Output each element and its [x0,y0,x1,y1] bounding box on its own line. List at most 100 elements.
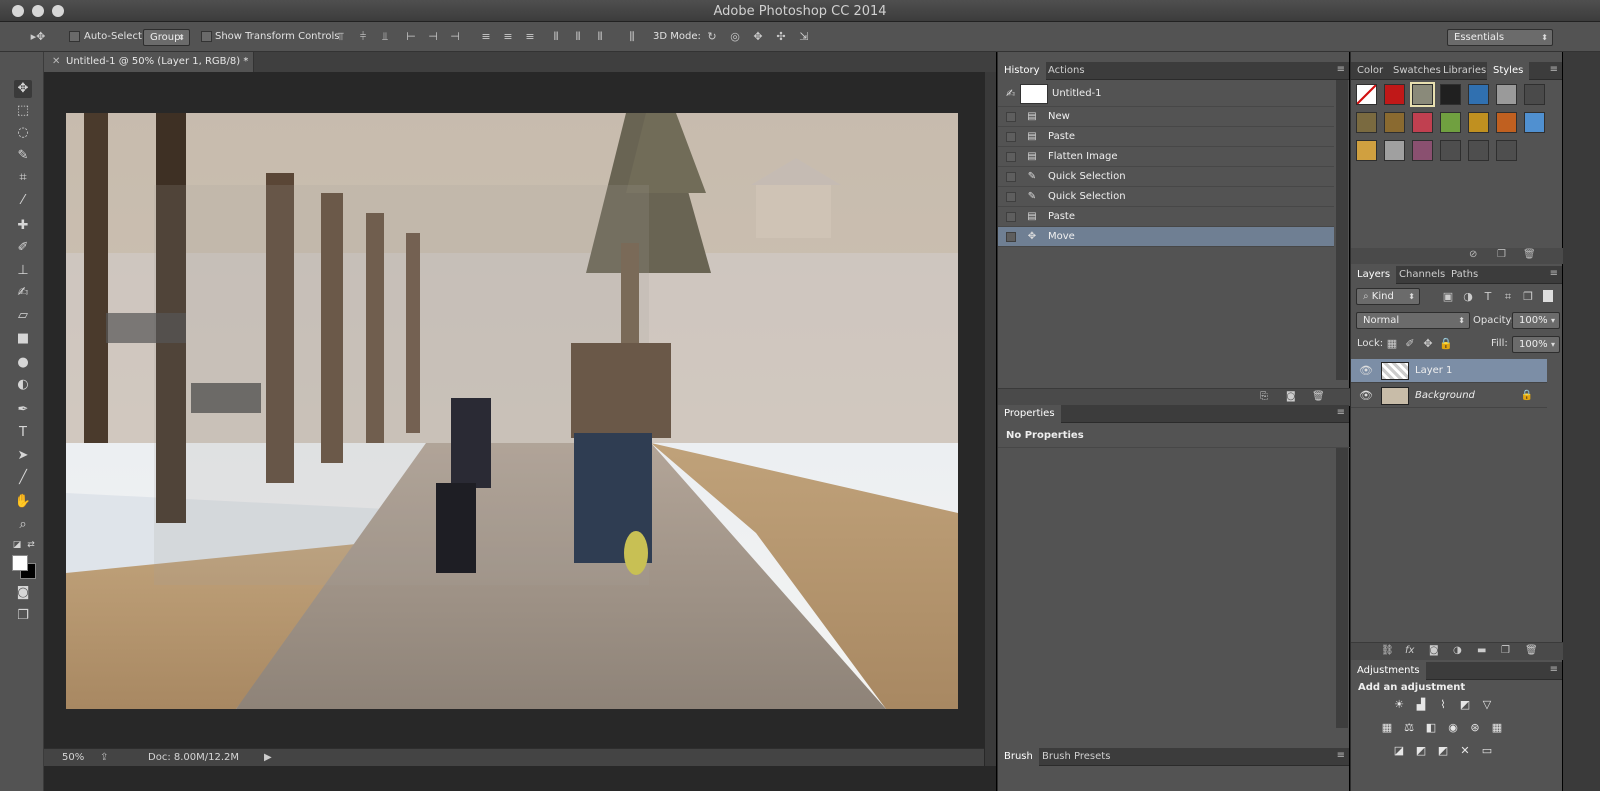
fill-input[interactable]: 100% ▾ [1512,336,1560,353]
history-scrollbar[interactable] [1336,80,1348,380]
healing-brush-tool-icon[interactable]: ✚ [14,217,32,235]
exposure-icon[interactable]: ◩ [1457,698,1473,712]
lock-all-icon[interactable]: 🔒 [1439,337,1453,351]
tab-brush[interactable]: Brush [998,748,1039,766]
show-transform-checkbox[interactable] [201,31,212,42]
style-swatch[interactable] [1468,84,1489,105]
tab-actions[interactable]: Actions [1042,62,1091,80]
align-left-icon[interactable]: ⊢ [404,30,418,44]
pen-tool-icon[interactable]: ✒ [14,401,32,419]
brightness-contrast-icon[interactable]: ☀ [1391,698,1407,712]
marquee-tool-icon[interactable]: ⬚ [14,102,32,120]
layer-filter-dropdown[interactable]: ⌕ Kind ⬍ [1356,288,1420,305]
history-item-checkbox[interactable] [1006,152,1016,162]
tab-brush-presets[interactable]: Brush Presets [1036,748,1116,766]
history-item-checkbox[interactable] [1006,132,1016,142]
tab-history[interactable]: History [998,62,1046,80]
tab-layers[interactable]: Layers [1351,266,1397,284]
history-item[interactable]: ▤ Paste [998,207,1334,227]
gradient-tool-icon[interactable]: ■ [14,330,32,348]
tab-properties[interactable]: Properties [998,405,1061,423]
workspace-dropdown[interactable]: Essentials ⬍ [1447,29,1553,46]
blend-mode-dropdown[interactable]: Normal ⬍ [1356,312,1470,329]
threshold-icon[interactable]: ◩ [1435,744,1451,758]
tab-adjustments[interactable]: Adjustments [1351,662,1426,680]
move-tool-icon[interactable]: ✥ [14,80,32,98]
trash-icon[interactable]: 🗑 [1525,645,1538,656]
tab-channels[interactable]: Channels [1393,266,1451,284]
style-swatch[interactable] [1496,140,1517,161]
tab-paths[interactable]: Paths [1445,266,1484,284]
trash-icon[interactable]: 🗑 [1312,391,1325,402]
history-panel-menu-icon[interactable]: ≡ [1337,64,1345,75]
properties-panel-menu-icon[interactable]: ≡ [1337,407,1345,418]
adjustments-panel-menu-icon[interactable]: ≡ [1550,664,1558,675]
history-brush-source-icon[interactable]: ✍ [1006,87,1015,100]
link-layers-icon[interactable]: ⛓ [1381,645,1394,656]
camera-snapshot-icon[interactable]: ◙ [1286,391,1296,402]
gradient-map-icon[interactable]: ▭ [1479,744,1495,758]
selective-color-icon[interactable]: ✕ [1457,744,1473,758]
3d-scale-icon[interactable]: ⇲ [797,30,811,44]
history-item[interactable]: ▤ Flatten Image [998,147,1334,167]
style-swatch[interactable] [1524,112,1545,133]
distribute-top-icon[interactable]: ≡ [479,30,493,44]
style-swatch[interactable] [1468,140,1489,161]
visibility-eye-icon[interactable]: 👁 [1359,359,1373,383]
zoom-tool-icon[interactable]: ⌕ [14,516,32,534]
layer-row-background[interactable]: 👁 Background 🔒 [1351,384,1547,408]
close-tab-icon[interactable]: ✕ [52,52,60,72]
history-item-checkbox[interactable] [1006,232,1016,242]
history-item[interactable]: ✎ Quick Selection [998,167,1334,187]
style-swatch[interactable] [1356,112,1377,133]
style-swatch[interactable] [1410,82,1435,107]
style-swatch[interactable] [1384,140,1405,161]
lock-image-icon[interactable]: ✐ [1403,337,1417,351]
lasso-tool-icon[interactable]: ◌ [14,124,32,142]
style-swatch[interactable] [1412,112,1433,133]
tab-color[interactable]: Color [1351,62,1389,80]
vertical-scrollbar[interactable] [985,72,996,766]
filter-shape-icon[interactable]: ⌗ [1501,290,1515,304]
quick-mask-icon[interactable]: ◙ [14,584,32,602]
auto-align-icon[interactable]: ⫼ [625,30,639,44]
brush-panel-menu-icon[interactable]: ≡ [1337,750,1345,761]
filter-type-icon[interactable]: T [1481,290,1495,304]
history-item-checkbox[interactable] [1006,212,1016,222]
screen-mode-icon[interactable]: ❐ [14,607,32,625]
style-swatch[interactable] [1496,112,1517,133]
eyedropper-tool-icon[interactable]: ⁄ [14,192,32,210]
photo-filter-icon[interactable]: ◉ [1445,721,1461,735]
history-brush-tool-icon[interactable]: ✍ [14,284,32,302]
filter-adjustment-icon[interactable]: ◑ [1461,290,1475,304]
style-swatch[interactable] [1440,140,1461,161]
filter-pixel-icon[interactable]: ▣ [1441,290,1455,304]
style-swatch[interactable] [1412,140,1433,161]
path-selection-tool-icon[interactable]: ➤ [14,447,32,465]
align-bottom-icon[interactable]: ⫫ [378,30,392,44]
new-document-from-state-icon[interactable]: ⎘ [1260,391,1268,402]
levels-icon[interactable]: ▟ [1413,698,1429,712]
vibrance-icon[interactable]: ▽ [1479,698,1495,712]
lock-position-icon[interactable]: ✥ [1421,337,1435,351]
style-swatch[interactable] [1356,84,1377,105]
zoom-level[interactable]: 50% [62,749,84,767]
black-white-icon[interactable]: ◧ [1423,721,1439,735]
tab-styles[interactable]: Styles [1487,62,1530,80]
image-canvas[interactable] [66,113,958,709]
hand-tool-icon[interactable]: ✋ [14,493,32,511]
distribute-hcenter-icon[interactable]: ⦀ [571,30,585,44]
status-share-icon[interactable]: ⇪ [100,749,108,767]
document-tab[interactable]: ✕ Untitled-1 @ 50% (Layer 1, RGB/8) * [44,52,254,72]
style-swatch[interactable] [1356,140,1377,161]
swap-colors-icon[interactable]: ⇄ [22,536,40,554]
type-tool-icon[interactable]: T [14,424,32,442]
style-swatch[interactable] [1524,84,1545,105]
layer-style-icon[interactable]: fx [1405,645,1414,656]
distribute-vcenter-icon[interactable]: ≡ [501,30,515,44]
style-swatch[interactable] [1384,112,1405,133]
style-swatch[interactable] [1384,84,1405,105]
auto-select-checkbox[interactable] [69,31,80,42]
dodge-tool-icon[interactable]: ◐ [14,376,32,394]
brush-tool-icon[interactable]: ✐ [14,239,32,257]
